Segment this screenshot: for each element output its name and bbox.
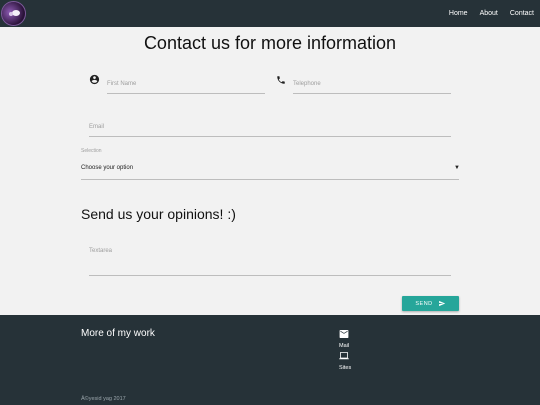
footer: More of my work Mail Sites Â©yesid yag 2… — [0, 315, 540, 405]
footer-link-sites[interactable]: Sites — [339, 365, 351, 371]
selection-label: Selection — [81, 148, 102, 154]
navbar: Home About Contact — [0, 0, 540, 27]
opinions-textarea[interactable]: Textarea — [89, 244, 451, 276]
logo-image-icon — [2, 2, 25, 25]
telephone-field[interactable]: Telephone — [293, 76, 451, 94]
email-placeholder: Email — [89, 124, 105, 130]
nav-link-contact[interactable]: Contact — [510, 10, 534, 17]
account-circle-icon — [89, 74, 100, 85]
opinions-title: Send us your opinions! :) — [81, 206, 236, 222]
logo[interactable] — [1, 1, 26, 26]
nav-links: Home About Contact — [437, 0, 534, 27]
send-icon — [438, 300, 445, 307]
first-name-field[interactable]: First Name — [107, 76, 265, 94]
first-name-placeholder: First Name — [107, 81, 137, 87]
mail-icon[interactable] — [339, 330, 349, 338]
textarea-underline — [89, 275, 451, 276]
telephone-underline — [293, 93, 451, 94]
textarea-placeholder: Textarea — [89, 248, 113, 254]
nav-link-about[interactable]: About — [480, 10, 498, 17]
footer-link-mail[interactable]: Mail — [339, 343, 349, 349]
email-underline — [89, 136, 451, 137]
email-field[interactable]: Email — [89, 119, 451, 137]
dropdown-arrow-icon[interactable]: ▼ — [454, 165, 460, 171]
copyright-text: Â©yesid yag 2017 — [81, 396, 126, 402]
nav-link-home[interactable]: Home — [449, 10, 468, 17]
selection-dropdown[interactable]: Choose your option — [81, 165, 133, 171]
selection-underline — [81, 179, 459, 180]
laptop-icon[interactable] — [339, 352, 349, 360]
send-button-label: SEND — [415, 300, 433, 307]
page-title: Contact us for more information — [143, 33, 397, 53]
telephone-placeholder: Telephone — [293, 81, 321, 87]
footer-title: More of my work — [81, 328, 155, 339]
send-button[interactable]: SEND — [402, 296, 459, 311]
first-name-underline — [107, 93, 265, 94]
phone-icon — [277, 76, 285, 84]
